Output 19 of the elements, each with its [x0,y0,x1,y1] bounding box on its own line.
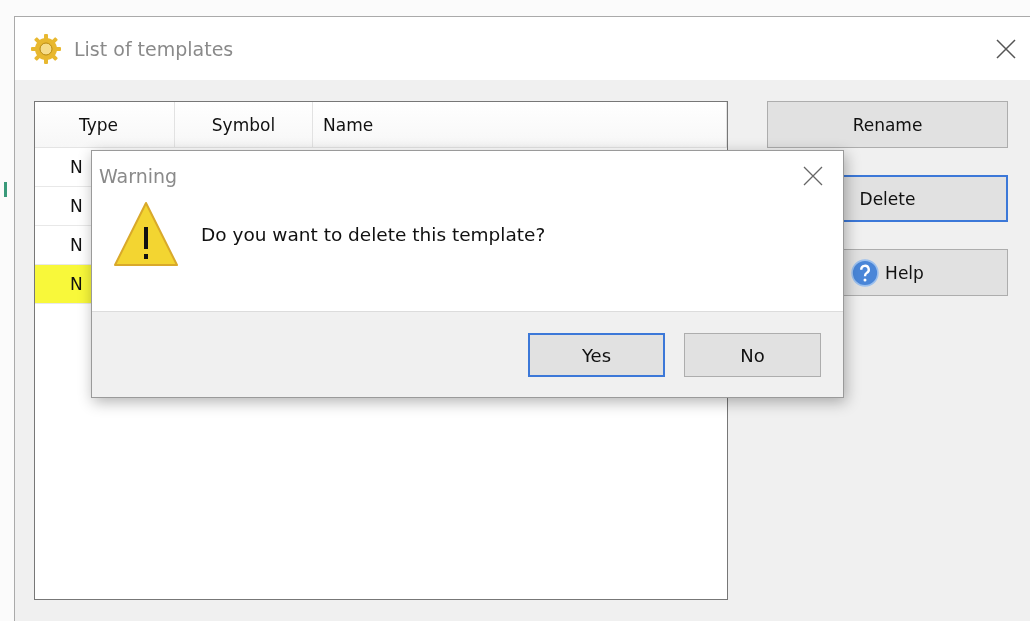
table-cell: N [70,235,83,255]
dialog-button[interactable]: Yes [528,333,665,377]
warning-icon [113,201,179,267]
dialog-message: Do you want to delete this template? [201,223,546,245]
table-cell: N [70,196,83,216]
column-header[interactable]: Symbol [175,102,313,147]
close-icon[interactable] [803,166,823,186]
help-icon [851,258,880,287]
table-cell: N [70,157,83,177]
background-sliver [4,182,7,197]
window-title: List of templates [74,37,235,60]
dialog-title: Warning [99,165,179,187]
dialog-button[interactable]: No [684,333,821,377]
gear-icon [30,32,62,65]
action-button[interactable]: Rename [767,101,1008,148]
table-cell: N [70,274,83,294]
close-icon[interactable] [996,38,1016,59]
column-header[interactable]: Name [313,102,727,147]
column-header[interactable]: Type [35,102,175,147]
